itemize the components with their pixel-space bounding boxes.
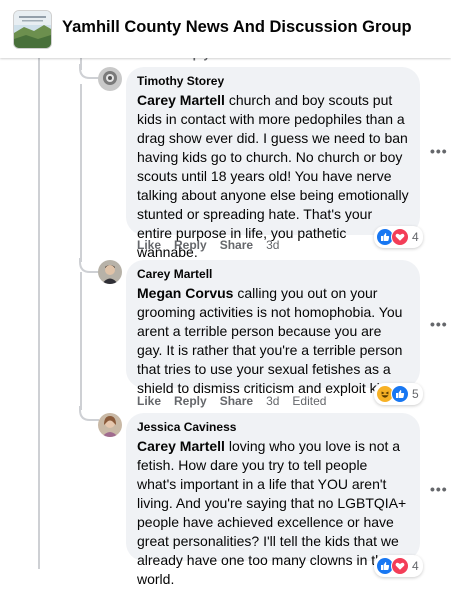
mention-link[interactable]: Carey Martell xyxy=(137,92,225,108)
comment-bubble: Jessica Caviness Carey Martell loving wh… xyxy=(126,413,420,587)
more-options-icon[interactable]: ••• xyxy=(430,481,448,497)
reaction-summary[interactable]: 4 xyxy=(374,555,423,577)
reply-button[interactable]: Reply xyxy=(174,394,207,408)
reaction-count: 5 xyxy=(412,387,419,401)
comment-author[interactable]: Jessica Caviness xyxy=(137,420,409,434)
comment-actions: Like Reply Share 3d Edited xyxy=(137,394,339,408)
more-options-icon[interactable]: ••• xyxy=(430,316,448,332)
like-button[interactable]: Like xyxy=(137,394,161,408)
like-button[interactable]: Like xyxy=(137,238,161,252)
comment-body: calling you out on your grooming activit… xyxy=(137,285,403,396)
group-header: Yamhill County News And Discussion Group xyxy=(0,0,451,58)
reaction-summary[interactable]: 4 xyxy=(374,226,423,248)
reaction-summary[interactable]: 5 xyxy=(374,383,423,405)
comment-author[interactable]: Timothy Storey xyxy=(137,74,409,88)
comment-text: Carey Martell church and boy scouts put … xyxy=(137,91,409,262)
comment-timestamp[interactable]: 3d xyxy=(266,394,279,408)
edited-label: Edited xyxy=(292,394,327,408)
avatar[interactable] xyxy=(98,67,122,91)
comment-author[interactable]: Carey Martell xyxy=(137,267,409,281)
mention-link[interactable]: Megan Corvus xyxy=(137,285,233,301)
share-button[interactable]: Share xyxy=(220,238,253,252)
reply-button[interactable]: Reply xyxy=(174,238,207,252)
reaction-count: 4 xyxy=(412,559,419,573)
comment-body: loving who you love is not a fetish. How… xyxy=(137,438,407,587)
thread-line xyxy=(38,58,40,569)
avatar[interactable] xyxy=(98,413,122,437)
mention-link[interactable]: Carey Martell xyxy=(137,438,225,454)
more-options-icon[interactable]: ••• xyxy=(430,143,448,159)
reaction-count: 4 xyxy=(412,230,419,244)
comment-body: church and boy scouts put kids in contac… xyxy=(137,92,409,260)
avatar[interactable] xyxy=(98,260,122,284)
comment-actions: Like Reply Share 3d xyxy=(137,238,292,252)
love-icon xyxy=(391,557,409,575)
love-icon xyxy=(391,228,409,246)
comment-text: Megan Corvus calling you out on your gro… xyxy=(137,284,409,398)
comment-timestamp[interactable]: 3d xyxy=(266,238,279,252)
comment-bubble: Timothy Storey Carey Martell church and … xyxy=(126,67,420,260)
comment-text: Carey Martell loving who you love is not… xyxy=(137,437,409,589)
group-title[interactable]: Yamhill County News And Discussion Group xyxy=(62,18,412,37)
group-logo[interactable] xyxy=(13,10,52,49)
comment-bubble: Carey Martell Megan Corvus calling you o… xyxy=(126,260,420,396)
thread-line xyxy=(80,272,82,410)
thread-line xyxy=(80,84,82,262)
like-icon xyxy=(391,385,409,403)
share-button[interactable]: Share xyxy=(220,394,253,408)
